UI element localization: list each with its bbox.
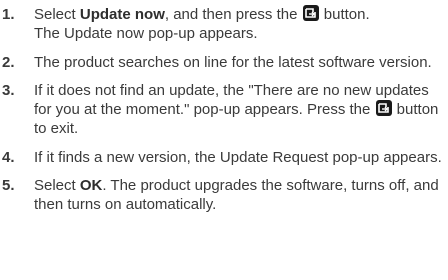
step-number: 4.: [2, 148, 15, 166]
step-number: 1.: [2, 6, 15, 23]
step-5: 5. Select OK. The product upgrades the s…: [0, 176, 448, 214]
step-text: Select OK. The product upgrades the soft…: [28, 176, 448, 214]
enter-button-icon: [375, 100, 392, 116]
step-text-part: button.: [319, 6, 370, 23]
step-text: If it does not find an update, the "Ther…: [28, 81, 448, 138]
step-text-part: Select: [34, 177, 80, 194]
step-1: 1. Select Update now, and then press the…: [0, 5, 448, 43]
step-number: 2.: [2, 53, 15, 71]
step-4: 4. If it finds a new version, the Update…: [0, 148, 448, 167]
step-text-part: Select: [34, 6, 80, 23]
instruction-steps: 1. Select Update now, and then press the…: [0, 0, 448, 280]
step-text: The product searches on line for the lat…: [34, 53, 432, 71]
step-text-part: , and then press the: [164, 6, 302, 23]
ok-label: OK: [79, 177, 103, 194]
update-now-label: Update now: [79, 6, 165, 23]
step-number: 3.: [2, 82, 15, 99]
step-text-part: If it does not find an update, the "Ther…: [34, 82, 429, 118]
enter-button-icon: [302, 5, 319, 21]
step-text: Select Update now, and then press the bu…: [28, 5, 448, 43]
step-text: If it finds a new version, the Update Re…: [34, 148, 442, 166]
step-2: 2. The product searches on line for the …: [0, 53, 448, 72]
step-number: 5.: [2, 177, 15, 194]
step-text-part: The Update now pop-up appears.: [34, 25, 258, 42]
step-3: 3. If it does not find an update, the "T…: [0, 81, 448, 138]
